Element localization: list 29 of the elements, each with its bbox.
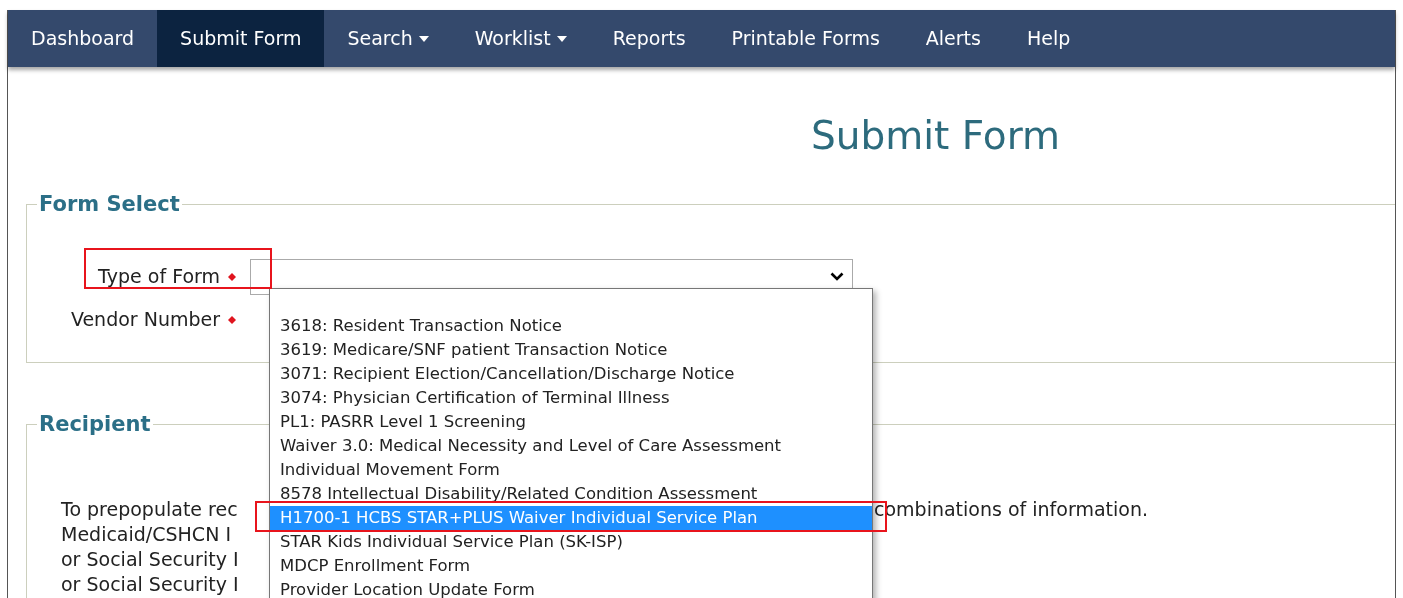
- instruction-text: Medicaid/CSHCN I: [61, 521, 231, 547]
- page-title: Submit Form: [810, 112, 1061, 160]
- dropdown-option[interactable]: Provider Location Update Form: [270, 578, 872, 598]
- dropdown-option[interactable]: MDCP Enrollment Form: [270, 554, 872, 578]
- dropdown-option[interactable]: PL1: PASRR Level 1 Screening: [270, 410, 872, 434]
- dropdown-option[interactable]: 3074: Physician Certification of Terminal Illness: [270, 386, 872, 410]
- nav-tab[interactable]: Reports: [589, 10, 709, 67]
- dropdown-option[interactable]: 8578 Intellectual Disability/Related Condition Assessment: [270, 482, 872, 506]
- section-legend: Form Select: [37, 189, 182, 221]
- nav-tab[interactable]: Alerts: [902, 10, 1004, 67]
- nav-tab[interactable]: Search: [324, 10, 452, 67]
- field-label: Vendor Number: [70, 307, 220, 333]
- dropdown-option[interactable]: Individual Movement Form: [270, 458, 872, 482]
- nav-tab[interactable]: Printable Forms: [708, 10, 903, 67]
- dropdown-option[interactable]: 3619: Medicare/SNF patient Transaction Notice: [270, 338, 872, 362]
- nav-tab[interactable]: Dashboard: [8, 10, 158, 67]
- nav-tab[interactable]: Submit Form: [157, 10, 325, 67]
- nav-tab[interactable]: Help: [1003, 10, 1094, 67]
- field-label: Type of Form: [98, 264, 220, 290]
- chevron-down-icon: [830, 272, 844, 281]
- section-legend: Recipient: [37, 409, 153, 441]
- instruction-text: To prepopulate rec: [61, 496, 238, 522]
- dropdown-option[interactable]: 3618: Resident Transaction Notice: [270, 314, 872, 338]
- dropdown-option[interactable]: 3071: Recipient Election/Cancellation/Discharge Notice: [270, 362, 872, 386]
- nav-tab[interactable]: Worklist: [451, 10, 590, 67]
- dropdown-option[interactable]: Waiver 3.0: Medical Necessity and Level of Care Assessment: [270, 434, 872, 458]
- instruction-text: or Social Security I: [61, 571, 239, 597]
- dropdown-option[interactable]: STAR Kids Individual Service Plan (SK-ISP): [270, 530, 872, 554]
- instruction-text: or Social Security I: [61, 546, 239, 572]
